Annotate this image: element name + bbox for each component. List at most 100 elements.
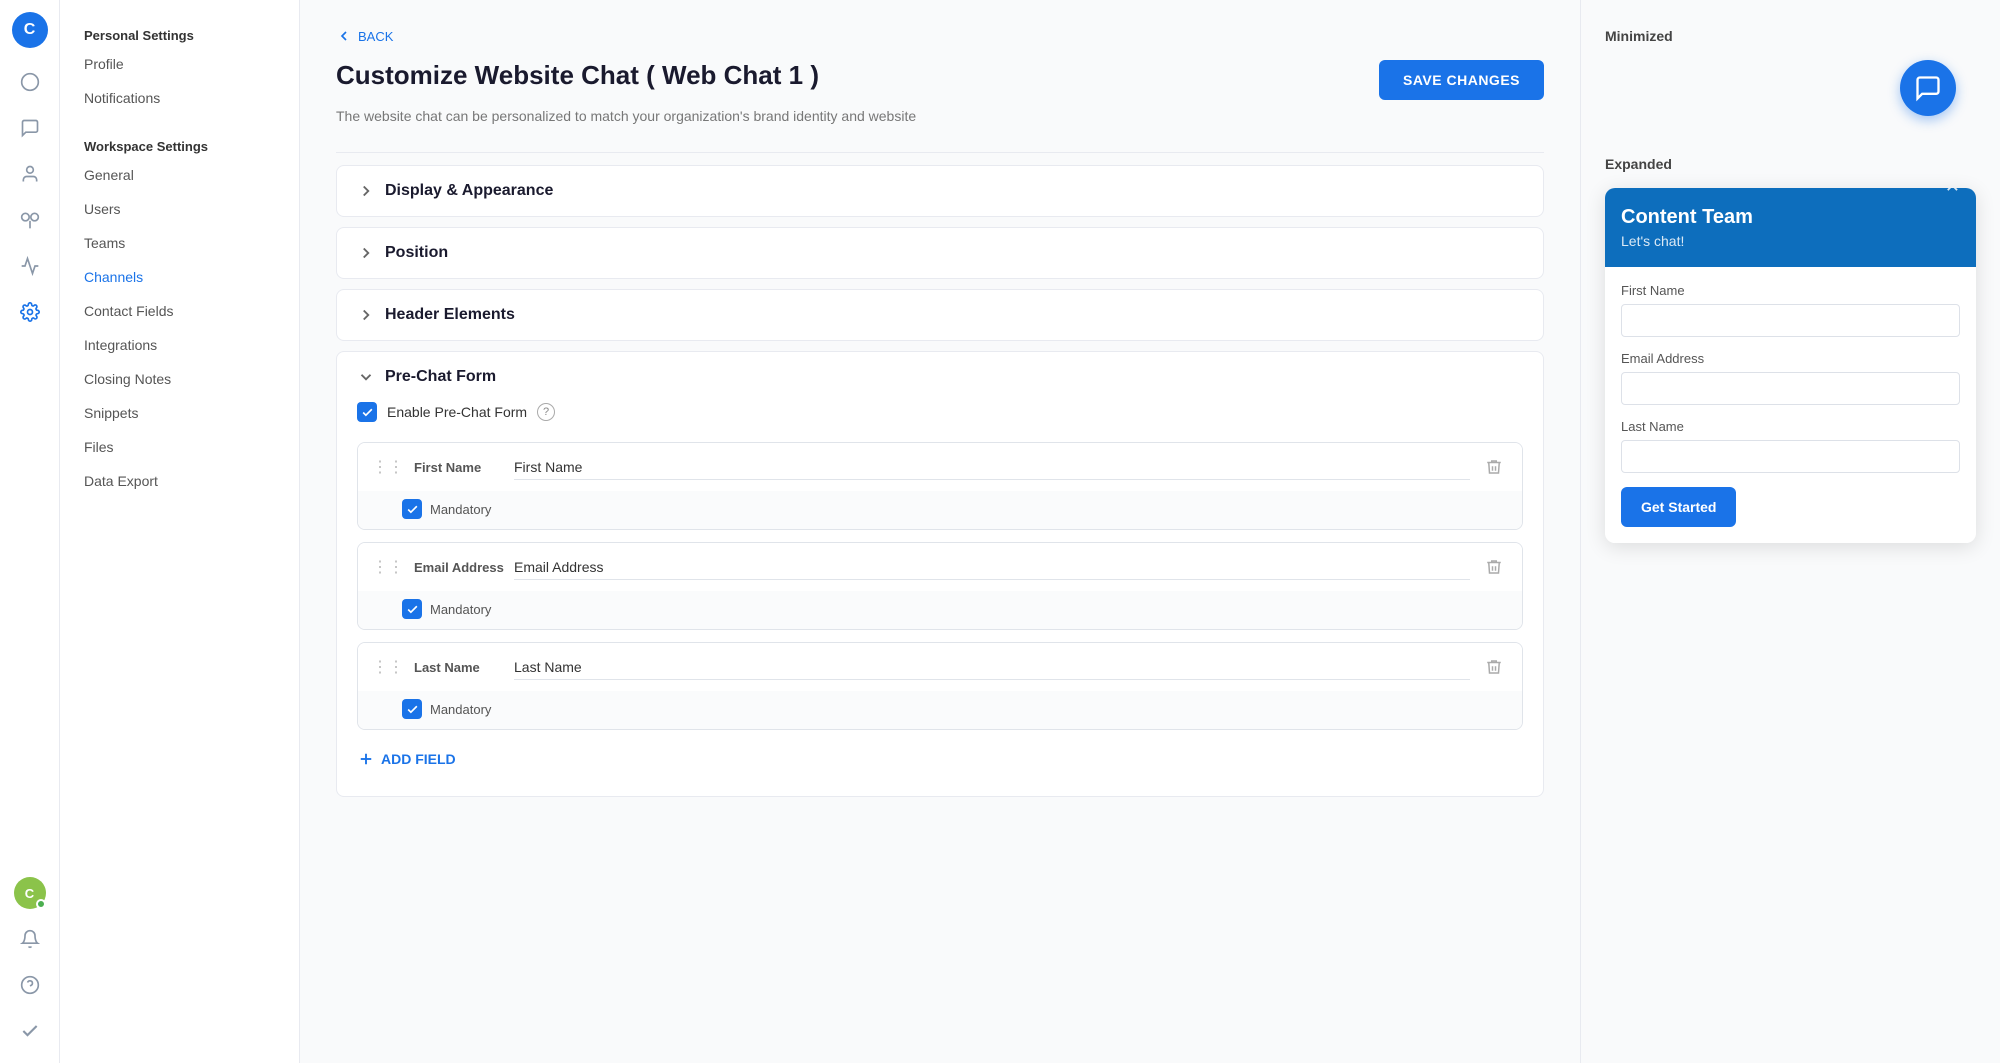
chat-body: First Name Email Address Last Name Get S… [1605,267,1976,543]
sidebar-item-integrations[interactable]: Integrations [60,328,299,362]
accordion-display-title: Display & Appearance [385,182,553,200]
save-changes-button[interactable]: SAVE CHANGES [1379,60,1544,100]
sidebar-item-profile[interactable]: Profile [60,47,299,81]
page-title: Customize Website Chat ( Web Chat 1 ) [336,60,819,91]
nav-icon-broadcast[interactable] [10,200,50,240]
sidebar-item-files[interactable]: Files [60,430,299,464]
accordion-prechat-header[interactable]: Pre-Chat Form [337,352,1543,402]
sidebar-item-contact-fields[interactable]: Contact Fields [60,294,299,328]
field-row-last-name: ⋮⋮ Last Name [358,643,1522,691]
delete-email-button[interactable] [1480,553,1508,581]
drag-handle-email[interactable]: ⋮⋮ [372,557,404,577]
field-block-email: ⋮⋮ Email Address Mandatory [357,542,1523,630]
accordion-position: Position [336,227,1544,279]
preview-field-label-first-name: First Name [1621,283,1960,298]
preview-field-label-email: Email Address [1621,351,1960,366]
chevron-right-icon [357,306,375,324]
back-link[interactable]: BACK [336,28,1544,44]
mandatory-row-last-name: Mandatory [358,691,1522,729]
sidebar-item-teams[interactable]: Teams [60,226,299,260]
sidebar: Personal Settings Profile Notifications … [60,0,300,1063]
mandatory-row-first-name: Mandatory [358,491,1522,529]
page-subtitle: The website chat can be personalized to … [336,108,1544,124]
enable-prechat-label: Enable Pre-Chat Form [387,404,527,420]
accordion-header-elements: Header Elements [336,289,1544,341]
field-input-first-name[interactable] [514,455,1470,480]
app-avatar[interactable]: C [12,12,48,48]
accordion-position-header[interactable]: Position [337,228,1543,278]
preview-field-input-last-name[interactable] [1621,440,1960,473]
chevron-right-icon [357,244,375,262]
field-label-first-name: First Name [414,460,504,475]
field-row-first-name: ⋮⋮ First Name [358,443,1522,491]
field-block-first-name: ⋮⋮ First Name Mandatory [357,442,1523,530]
help-icon[interactable]: ? [537,403,555,421]
icon-navigation: C C [0,0,60,1063]
delete-last-name-button[interactable] [1480,653,1508,681]
accordion-prechat-title: Pre-Chat Form [385,368,496,386]
nav-icon-checkmark[interactable] [10,1011,50,1051]
personal-settings-title: Personal Settings [60,20,299,47]
field-label-email: Email Address [414,560,504,575]
mandatory-checkbox-last-name[interactable] [402,699,422,719]
mandatory-label-last-name: Mandatory [430,702,491,717]
accordion-display: Display & Appearance [336,165,1544,217]
sidebar-item-data-export[interactable]: Data Export [60,464,299,498]
nav-icon-settings[interactable] [10,292,50,332]
chat-close-icon[interactable]: ✕ [1945,188,1960,197]
sidebar-item-notifications[interactable]: Notifications [60,81,299,115]
delete-first-name-button[interactable] [1480,453,1508,481]
enable-prechat-row: Enable Pre-Chat Form ? [357,402,1523,422]
enable-prechat-checkbox[interactable] [357,402,377,422]
expanded-chat-preview: ✕ Content Team Let's chat! First Name Em… [1605,188,1976,543]
accordion-header-elements-header[interactable]: Header Elements [337,290,1543,340]
sidebar-item-users[interactable]: Users [60,192,299,226]
preview-field-input-first-name[interactable] [1621,304,1960,337]
field-input-email[interactable] [514,555,1470,580]
chat-header: ✕ Content Team Let's chat! [1605,188,1976,267]
mandatory-row-email: Mandatory [358,591,1522,629]
preview-panel: Minimized Expanded ✕ Content Team Let's … [1580,0,2000,1063]
prechat-body: Enable Pre-Chat Form ? ⋮⋮ First Name [337,402,1543,796]
page-header: Customize Website Chat ( Web Chat 1 ) SA… [336,60,1544,100]
mandatory-checkbox-first-name[interactable] [402,499,422,519]
preview-field-input-email[interactable] [1621,372,1960,405]
sidebar-item-closing-notes[interactable]: Closing Notes [60,362,299,396]
main-content: BACK Customize Website Chat ( Web Chat 1… [300,0,1580,1063]
mandatory-label-email: Mandatory [430,602,491,617]
accordion-prechat: Pre-Chat Form Enable Pre-Chat Form ? ⋮⋮ … [336,351,1544,797]
drag-handle-first-name[interactable]: ⋮⋮ [372,457,404,477]
field-input-last-name[interactable] [514,655,1470,680]
plus-icon [357,750,375,768]
nav-icon-help[interactable] [10,965,50,1005]
sidebar-item-general[interactable]: General [60,158,299,192]
chat-bubble-icon [1914,74,1942,102]
chat-bubble-minimized[interactable] [1900,60,1956,116]
mandatory-checkbox-email[interactable] [402,599,422,619]
chat-header-title: Content Team [1621,206,1960,229]
nav-icon-bell[interactable] [10,919,50,959]
field-label-last-name: Last Name [414,660,504,675]
accordion-header-elements-title: Header Elements [385,306,515,324]
field-row-email: ⋮⋮ Email Address [358,543,1522,591]
nav-icon-home[interactable] [10,62,50,102]
nav-icon-avatar-bottom[interactable]: C [10,873,50,913]
online-indicator [36,899,46,909]
workspace-settings-title: Workspace Settings [60,131,299,158]
drag-handle-last-name[interactable]: ⋮⋮ [372,657,404,677]
chevron-right-icon [357,182,375,200]
sidebar-item-channels[interactable]: Channels [60,260,299,294]
add-field-button[interactable]: ADD FIELD [357,742,1523,776]
minimized-preview [1605,60,1976,116]
accordion-display-header[interactable]: Display & Appearance [337,166,1543,216]
get-started-button[interactable]: Get Started [1621,487,1736,527]
accordion-position-title: Position [385,244,448,262]
nav-icon-reports[interactable] [10,246,50,286]
nav-icon-chat[interactable] [10,108,50,148]
mandatory-label-first-name: Mandatory [430,502,491,517]
field-block-last-name: ⋮⋮ Last Name Mandatory [357,642,1523,730]
chevron-down-icon [357,368,375,386]
preview-field-label-last-name: Last Name [1621,419,1960,434]
sidebar-item-snippets[interactable]: Snippets [60,396,299,430]
nav-icon-contacts[interactable] [10,154,50,194]
